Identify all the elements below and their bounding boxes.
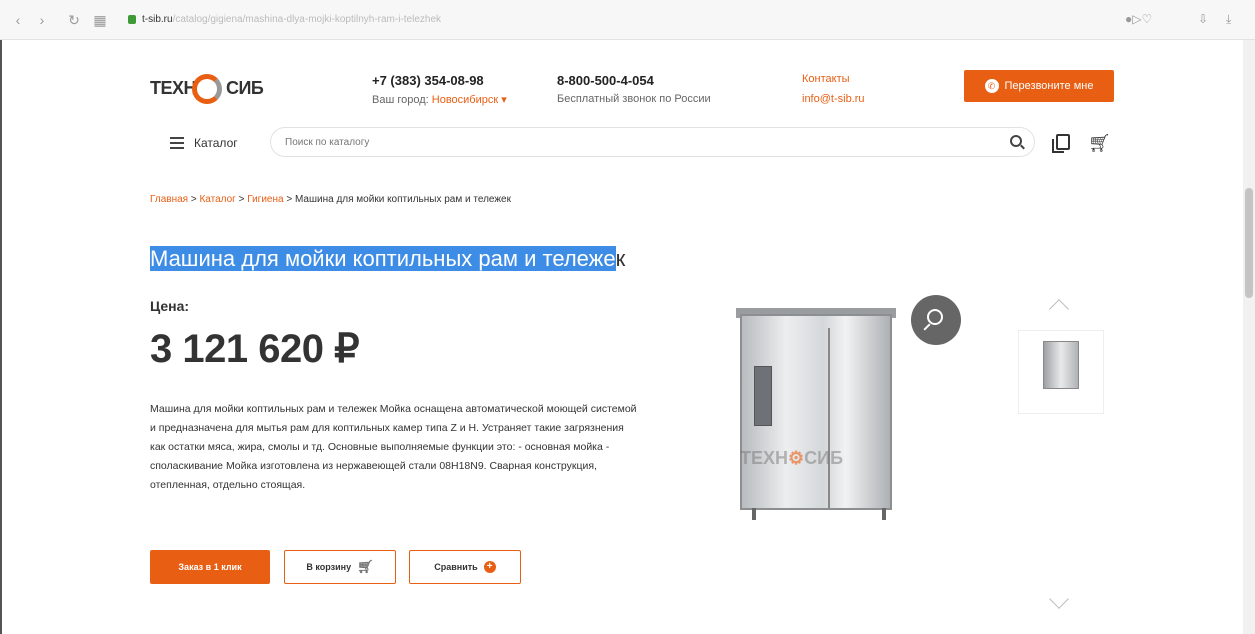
- site-logo[interactable]: ТЕХН СИБ: [150, 70, 270, 110]
- product-thumbnail[interactable]: [1018, 330, 1104, 414]
- machine-door-line: [828, 328, 830, 508]
- email-link[interactable]: info@t-sib.ru: [802, 93, 865, 105]
- page-title-rest: к: [615, 246, 626, 271]
- catalog-menu[interactable]: Каталог: [194, 136, 238, 150]
- watermark: ТЕХН⚙︎СИБ: [740, 448, 843, 469]
- page-title-selected: Машина для мойки коптильных рам и тележе: [150, 246, 616, 271]
- cart-label: В корзину: [306, 562, 352, 572]
- page-title: Машина для мойки коптильных рам и тележе…: [150, 246, 625, 272]
- phone-icon: ✆: [984, 79, 999, 93]
- cart-icon: 🛒︎: [357, 559, 374, 574]
- reload-icon[interactable]: ↻: [66, 12, 82, 28]
- order-label: Заказ в 1 клик: [178, 562, 242, 572]
- back-arrow-icon[interactable]: ‹: [10, 12, 26, 28]
- secure-lock-icon: [128, 15, 136, 24]
- address-path: /catalog/gigiena/mashina-dlya-mojki-kopt…: [172, 14, 442, 25]
- browser-toolbar: ‹ › ↻ ▦ t-sib.ru/catalog/gigiena/mashina…: [0, 0, 1255, 40]
- compare-button[interactable]: Сравнить +: [409, 550, 521, 584]
- price-value: 3 121 620 ₽: [150, 327, 360, 371]
- compare-label: Сравнить: [434, 562, 478, 572]
- download-icon[interactable]: ⤓: [1226, 12, 1231, 27]
- zoom-button[interactable]: [911, 295, 961, 345]
- city-label: Ваш город:: [372, 94, 429, 106]
- callback-button[interactable]: ✆ Перезвоните мне: [964, 70, 1114, 102]
- menu-icon[interactable]: [170, 137, 184, 149]
- search-box: [270, 127, 1035, 157]
- breadcrumb-separator: >: [235, 194, 248, 205]
- scrollbar-thumb[interactable]: [1245, 188, 1253, 298]
- product-description: Машина для мойки коптильных рам и тележе…: [150, 403, 637, 491]
- free-call-label: Бесплатный звонок по России: [557, 93, 711, 105]
- breadcrumb-catalog[interactable]: Каталог: [199, 194, 235, 205]
- machine-control-panel: [754, 366, 772, 426]
- extensions-icon[interactable]: ●▷♡: [1125, 12, 1152, 26]
- compare-icon[interactable]: [1052, 134, 1070, 153]
- price-label: Цена:: [150, 298, 190, 314]
- machine-leg: [882, 508, 886, 520]
- cart-icon[interactable]: 🛒︎: [1088, 133, 1111, 154]
- page-scrollbar[interactable]: [1243, 40, 1255, 634]
- machine-leg: [752, 508, 756, 520]
- add-to-cart-button[interactable]: В корзину 🛒︎: [284, 550, 396, 584]
- city-selector[interactable]: Ваш город: Новосибирск ▾: [372, 93, 507, 106]
- breadcrumb-current: Машина для мойки коптильных рам и тележе…: [294, 194, 511, 205]
- breadcrumb: Главная > Каталог > Гигиена > Машина для…: [150, 194, 511, 205]
- zoom-icon: [927, 309, 943, 325]
- chevron-down-icon[interactable]: [1049, 589, 1069, 609]
- logo-text-left: ТЕХН: [150, 78, 197, 98]
- watermark-right: СИБ: [804, 448, 844, 468]
- order-one-click-button[interactable]: Заказ в 1 клик: [150, 550, 270, 584]
- breadcrumb-separator: >: [188, 194, 200, 205]
- breadcrumb-home[interactable]: Главная: [150, 194, 188, 205]
- search-input[interactable]: [285, 128, 985, 156]
- machine-body: [740, 314, 892, 510]
- window-edge: [0, 40, 8, 634]
- forward-arrow-icon[interactable]: ›: [34, 12, 50, 28]
- phone-free[interactable]: 8-800-500-4-054: [557, 73, 654, 88]
- breadcrumb-category[interactable]: Гигиена: [247, 194, 283, 205]
- address-bar[interactable]: t-sib.ru/catalog/gigiena/mashina-dlya-mo…: [142, 11, 1142, 29]
- grid-icon[interactable]: ▦: [92, 12, 108, 28]
- search-icon[interactable]: [1010, 135, 1022, 147]
- address-host: t-sib.ru: [142, 14, 173, 25]
- product-image[interactable]: ТЕХН⚙︎СИБ: [722, 308, 900, 520]
- logo-text-right: СИБ: [226, 78, 264, 98]
- chevron-up-icon[interactable]: [1049, 299, 1069, 319]
- thumbnail-image: [1043, 341, 1079, 389]
- watermark-left: ТЕХН: [740, 448, 789, 468]
- breadcrumb-separator: >: [283, 194, 295, 205]
- callback-label: Перезвоните мне: [1004, 80, 1094, 92]
- watermark-gear-icon: ⚙︎: [788, 448, 805, 468]
- contacts-link[interactable]: Контакты: [802, 73, 850, 85]
- plus-icon: +: [483, 561, 496, 573]
- logo-gear-icon: [192, 74, 222, 104]
- bookmarks-icon[interactable]: ⇩: [1198, 12, 1208, 26]
- chevron-down-icon[interactable]: ▾: [501, 94, 507, 106]
- city-value[interactable]: Новосибирск: [432, 94, 498, 106]
- phone-main[interactable]: +7 (383) 354-08-98: [372, 73, 484, 88]
